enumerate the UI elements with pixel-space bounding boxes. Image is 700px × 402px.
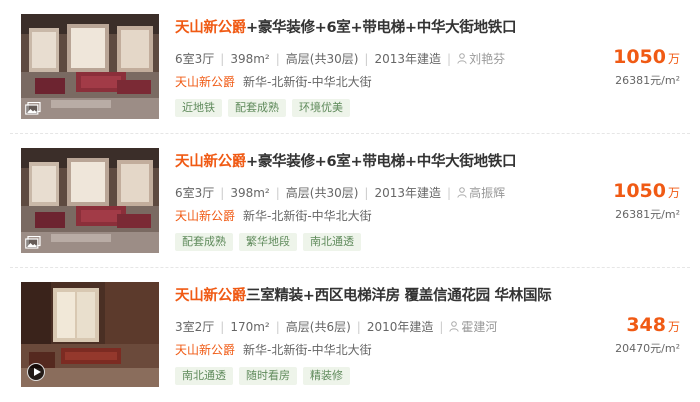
feature-tag: 配套成熟	[175, 233, 233, 251]
listing-attributes: 6室3厅 | 398m² | 高层(共30层) | 2013年建造 | 高振辉	[175, 184, 505, 201]
agent-link[interactable]: 高振辉	[457, 186, 505, 200]
divider: |	[220, 320, 225, 334]
divider: |	[220, 52, 225, 66]
divider: |	[275, 320, 280, 334]
price-value: 1050	[613, 180, 666, 202]
room-layout: 3室2厅	[175, 320, 215, 334]
total-price: 1050 万	[613, 46, 680, 68]
album-icon	[25, 102, 41, 115]
community-link[interactable]: 天山新公爵	[175, 209, 235, 223]
album-icon	[25, 236, 41, 249]
floor-area: 398m²	[230, 186, 270, 200]
price-unit: 万	[667, 186, 680, 200]
build-year: 2010年建造	[366, 320, 434, 334]
agent-name[interactable]: 高振辉	[469, 186, 505, 200]
agent-link[interactable]: 刘艳芬	[457, 52, 505, 66]
feature-tags: 南北通透 随时看房 精装修	[175, 364, 356, 385]
agent-link[interactable]: 霍建河	[449, 320, 497, 334]
divider: |	[275, 52, 280, 66]
price-unit: 万	[667, 320, 680, 334]
divider: |	[447, 52, 452, 66]
price-unit: 万	[667, 52, 680, 66]
price-value: 1050	[613, 46, 666, 68]
build-year: 2013年建造	[374, 186, 442, 200]
listing-item[interactable]: 天山新公爵三室精装+西区电梯洋房 覆盖信通花园 华林国际 3室2厅 | 170m² |…	[0, 268, 700, 402]
total-price: 348 万	[626, 314, 680, 336]
listing-photo[interactable]	[21, 14, 159, 119]
feature-tag: 繁华地段	[239, 233, 297, 251]
divider: |	[356, 320, 361, 334]
listing-location: 天山新公爵 新华-北新街-中华北大街	[175, 341, 372, 358]
listing-photo[interactable]	[21, 282, 159, 387]
floor-level: 高层(共30层)	[285, 186, 359, 200]
feature-tag: 南北通透	[303, 233, 361, 251]
divider: |	[364, 186, 369, 200]
listing-location: 天山新公爵 新华-北新街-中华北大街	[175, 73, 372, 90]
price-value: 348	[626, 314, 666, 336]
unit-price: 20470元/m²	[615, 342, 680, 355]
listing-title[interactable]: 天山新公爵+豪华装修+6室+带电梯+中华大街地铁口	[175, 16, 516, 37]
floor-level: 高层(共30层)	[285, 52, 359, 66]
feature-tag: 配套成熟	[228, 99, 286, 117]
floor-level: 高层(共6层)	[285, 320, 351, 334]
community-link[interactable]: 天山新公爵	[175, 343, 235, 357]
community-link[interactable]: 天山新公爵	[175, 75, 235, 89]
title-community-highlight[interactable]: 天山新公爵	[175, 288, 246, 304]
feature-tag: 随时看房	[239, 367, 297, 385]
district-path: 新华-北新街-中华北大街	[243, 75, 372, 89]
listing-attributes: 6室3厅 | 398m² | 高层(共30层) | 2013年建造 | 刘艳芬	[175, 50, 505, 67]
feature-tag: 精装修	[303, 367, 350, 385]
person-icon	[457, 187, 467, 198]
feature-tag: 近地铁	[175, 99, 222, 117]
feature-tags: 配套成熟 繁华地段 南北通透	[175, 230, 367, 251]
unit-price: 26381元/m²	[615, 74, 680, 87]
video-play-icon[interactable]	[27, 363, 45, 381]
room-photo	[21, 148, 159, 253]
room-photo	[21, 14, 159, 119]
divider: |	[275, 186, 280, 200]
feature-tag: 环境优美	[292, 99, 350, 117]
divider: |	[447, 186, 452, 200]
listing-title[interactable]: 天山新公爵三室精装+西区电梯洋房 覆盖信通花园 华林国际	[175, 284, 552, 305]
district-path: 新华-北新街-中华北大街	[243, 343, 372, 357]
agent-name[interactable]: 刘艳芬	[469, 52, 505, 66]
build-year: 2013年建造	[374, 52, 442, 66]
listing-photo[interactable]	[21, 148, 159, 253]
listing-attributes: 3室2厅 | 170m² | 高层(共6层) | 2010年建造 | 霍建河	[175, 318, 497, 335]
room-layout: 6室3厅	[175, 186, 215, 200]
room-layout: 6室3厅	[175, 52, 215, 66]
district-path: 新华-北新街-中华北大街	[243, 209, 372, 223]
listing-location: 天山新公爵 新华-北新街-中华北大街	[175, 207, 372, 224]
person-icon	[449, 321, 460, 332]
floor-area: 398m²	[230, 52, 270, 66]
title-text[interactable]: +豪华装修+6室+带电梯+中华大街地铁口	[246, 20, 516, 36]
title-text[interactable]: 三室精装+西区电梯洋房 覆盖信通花园 华林国际	[246, 288, 552, 304]
person-icon	[457, 53, 467, 64]
title-community-highlight[interactable]: 天山新公爵	[175, 154, 246, 170]
total-price: 1050 万	[613, 180, 680, 202]
divider: |	[220, 186, 225, 200]
feature-tags: 近地铁 配套成熟 环境优美	[175, 96, 356, 117]
listing-title[interactable]: 天山新公爵+豪华装修+6室+带电梯+中华大街地铁口	[175, 150, 516, 171]
agent-name[interactable]: 霍建河	[461, 320, 497, 334]
listing-item[interactable]: 天山新公爵+豪华装修+6室+带电梯+中华大街地铁口 6室3厅 | 398m² | 高层(…	[0, 134, 700, 268]
listing-list: 天山新公爵+豪华装修+6室+带电梯+中华大街地铁口 6室3厅 | 398m² | 高层(…	[0, 0, 700, 402]
title-text[interactable]: +豪华装修+6室+带电梯+中华大街地铁口	[246, 154, 516, 170]
divider: |	[364, 52, 369, 66]
listing-item[interactable]: 天山新公爵+豪华装修+6室+带电梯+中华大街地铁口 6室3厅 | 398m² | 高层(…	[0, 0, 700, 134]
feature-tag: 南北通透	[175, 367, 233, 385]
divider: |	[439, 320, 444, 334]
title-community-highlight[interactable]: 天山新公爵	[175, 20, 246, 36]
floor-area: 170m²	[230, 320, 270, 334]
unit-price: 26381元/m²	[615, 208, 680, 221]
